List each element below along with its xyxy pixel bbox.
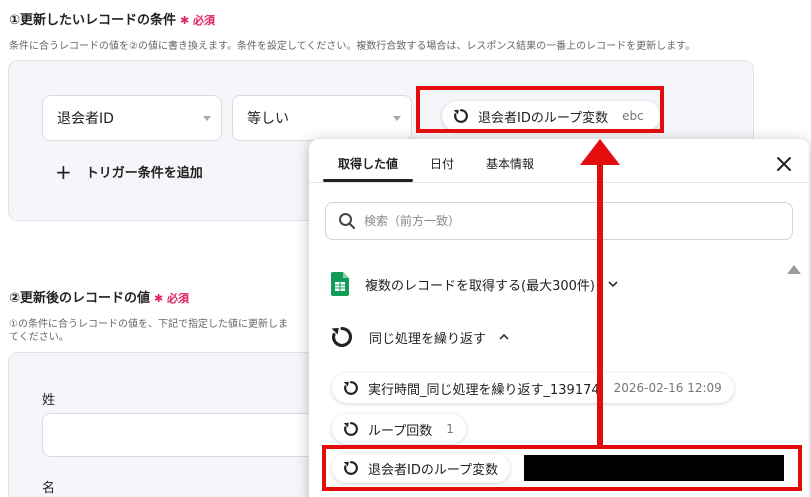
value-chip-sub: ebc	[622, 109, 644, 123]
section2-description-line1: ①の条件に合うレコードの値を、下記で指定した値に更新しま	[9, 319, 288, 330]
loop-icon	[331, 326, 352, 347]
field-select-value: 退会者ID	[57, 111, 114, 127]
loop-icon	[453, 109, 468, 123]
last-name-input[interactable]	[42, 413, 322, 457]
last-name-label: 姓	[42, 393, 56, 408]
value-item-label: 実行時間_同じ処理を繰り返す_139174	[368, 382, 600, 398]
chevron-down-icon	[393, 116, 401, 121]
chevron-down-icon	[203, 116, 211, 121]
loop-icon	[343, 461, 358, 475]
value-chip[interactable]: 退会者IDのループ変数 ebc	[442, 101, 660, 131]
value-item-value: 2026-02-16 12:09	[613, 381, 722, 395]
tab-date[interactable]: 日付	[430, 155, 454, 172]
plus-icon: +	[55, 159, 72, 184]
operator-select-value: 等しい	[247, 111, 289, 127]
value-item-execution-time[interactable]: 実行時間_同じ処理を繰り返す_139174 2026-02-16 12:09	[332, 373, 734, 403]
group-get-records-label: 複数のレコードを取得する(最大300件)	[365, 278, 595, 294]
chevron-down-icon	[608, 281, 618, 288]
group-get-records[interactable]: 複数のレコードを取得する(最大300件)	[331, 272, 619, 296]
loop-icon	[343, 422, 358, 436]
value-item-value: 1	[446, 422, 454, 436]
value-item-label: ループ回数	[368, 423, 433, 439]
value-item-loop-count[interactable]: ループ回数 1	[332, 414, 466, 444]
value-picker-popup: 取得した値 日付 基本情報 複数のレコードを取得する(最大300件) 同じ処理を	[309, 139, 809, 497]
tabs-divider	[309, 182, 809, 183]
section1-description: 条件に合うレコードの値を②の値に書き換えます。条件を設定してください。複数行合致…	[9, 41, 696, 52]
operator-select[interactable]: 等しい	[232, 95, 412, 141]
chevron-up-icon	[499, 333, 509, 340]
tab-acquired-values[interactable]: 取得した値	[338, 155, 398, 172]
section2-title: ②更新後のレコードの値 ✱ 必須	[9, 287, 189, 306]
search-input[interactable]	[364, 214, 764, 228]
annotation-arrow-shaft	[597, 158, 603, 448]
value-item-loop-variable[interactable]: 退会者IDのループ変数	[332, 453, 511, 483]
loop-icon	[343, 381, 358, 395]
group-loop[interactable]: 同じ処理を繰り返す	[329, 324, 510, 350]
add-trigger-button[interactable]: + トリガー条件を追加	[55, 159, 203, 184]
section2-title-text: ②更新後のレコードの値	[9, 291, 151, 306]
tab-basic-info[interactable]: 基本情報	[486, 155, 534, 172]
section2-description-line2: てください。	[9, 332, 69, 343]
google-sheets-icon	[331, 272, 349, 296]
value-item-label: 退会者IDのループ変数	[368, 462, 499, 478]
section1-title-text: ①更新したいレコードの条件	[9, 13, 177, 28]
group-loop-label: 同じ処理を繰り返す	[369, 331, 487, 347]
section1-title: ①更新したいレコードの条件 ✱ 必須	[9, 9, 215, 28]
first-name-label: 名	[42, 481, 56, 496]
annotation-arrow-head	[580, 139, 620, 165]
required-badge: ✱ 必須	[154, 292, 190, 305]
search-field[interactable]	[325, 202, 793, 240]
add-trigger-label: トリガー条件を追加	[85, 166, 203, 181]
redacted-value-bar	[524, 455, 784, 481]
scroll-up-arrow[interactable]	[787, 265, 801, 274]
value-chip-label: 退会者IDのループ変数	[478, 110, 609, 126]
required-badge: ✱ 必須	[180, 14, 216, 27]
search-icon	[339, 213, 355, 229]
field-select[interactable]: 退会者ID	[42, 95, 222, 141]
close-icon[interactable]	[775, 155, 793, 173]
